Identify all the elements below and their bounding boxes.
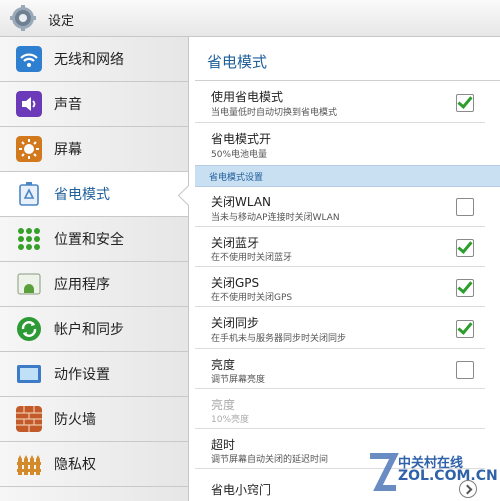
settings-gear-icon (10, 5, 36, 31)
row-subtitle: 在不使用时关闭GPS (211, 293, 293, 303)
use-power-saving-row[interactable]: 使用省电模式 当电量低时自动切换到省电模式 (195, 81, 485, 123)
brick-wall-icon (16, 406, 42, 432)
sidebar-item-sound[interactable]: 声音 (0, 82, 188, 127)
row-subtitle: 当未与移动AP连接时关闭WLAN (211, 213, 340, 223)
disable-wlan-checkbox[interactable] (456, 198, 474, 216)
fence-icon (17, 455, 41, 475)
row-title: 省电小窍门 (211, 483, 272, 497)
row-subtitle: 在手机未与服务器同步时关闭同步 (211, 334, 347, 344)
disable-gps-checkbox[interactable] (456, 279, 474, 297)
section-header: 省电模式设置 (195, 165, 500, 187)
row-subtitle: 在不使用时关闭蓝牙 (211, 253, 293, 263)
section-header-label: 省电模式设置 (209, 173, 264, 183)
row-title: 省电模式开 (211, 132, 272, 146)
disable-wlan-row[interactable]: 关闭WLAN 当未与移动AP连接时关闭WLAN (195, 186, 485, 227)
row-title: 关闭蓝牙 (211, 236, 260, 250)
disable-sync-row[interactable]: 关闭同步 在手机未与服务器同步时关闭同步 (195, 307, 485, 349)
sidebar-item-accounts-sync[interactable]: 帐户和同步 (0, 307, 188, 352)
sidebar-item-applications[interactable]: 应用程序 (0, 262, 188, 307)
chevron-right-icon[interactable] (459, 480, 477, 498)
sidebar-item-power-saving[interactable]: 省电模式 (0, 172, 188, 217)
settings-sidebar: 无线和网络 声音 屏幕 省电模式 位置和安全 应用程序 帐户和同步 动作设置 防… (0, 37, 189, 501)
brightness-level-row: 亮度 10%亮度 (195, 389, 485, 429)
watermark-text-en: ZOL.COM.CN (398, 468, 498, 484)
sidebar-item-label: 帐户和同步 (54, 322, 124, 338)
wifi-icon (16, 46, 42, 72)
sidebar-item-location-security[interactable]: 位置和安全 (0, 217, 188, 262)
brightness-row[interactable]: 亮度 调节屏幕亮度 (195, 349, 485, 389)
row-title: 超时 (211, 438, 236, 452)
row-title: 亮度 (211, 398, 236, 412)
disable-bluetooth-checkbox[interactable] (456, 239, 474, 257)
grid-dots-icon (18, 228, 40, 250)
sidebar-item-label: 位置和安全 (54, 232, 124, 248)
title-bar: 设定 (0, 0, 500, 37)
row-subtitle: 10%亮度 (211, 415, 250, 425)
sidebar-item-label: 隐私权 (54, 457, 96, 473)
speaker-icon (16, 91, 42, 117)
row-subtitle: 50%电池电量 (211, 150, 268, 160)
sidebar-item-label: 屏幕 (54, 142, 82, 158)
row-title: 关闭WLAN (211, 195, 272, 209)
use-power-saving-checkbox[interactable] (456, 94, 474, 112)
sidebar-item-label: 省电模式 (54, 187, 110, 203)
row-title: 关闭GPS (211, 276, 260, 290)
row-title: 亮度 (211, 358, 236, 372)
sidebar-item-firewall[interactable]: 防火墙 (0, 397, 188, 442)
row-subtitle: 调节屏幕亮度 (211, 375, 266, 385)
sidebar-item-label: 防火墙 (54, 412, 96, 428)
disable-gps-row[interactable]: 关闭GPS 在不使用时关闭GPS (195, 267, 485, 307)
page-title: 省电模式 (207, 53, 268, 71)
power-saving-panel: 省电模式 使用省电模式 当电量低时自动切换到省电模式 省电模式开 50%电池电量… (195, 37, 500, 501)
disable-bluetooth-row[interactable]: 关闭蓝牙 在不使用时关闭蓝牙 (195, 227, 485, 267)
row-subtitle: 调节屏幕自动关闭的延迟时间 (211, 455, 329, 465)
sidebar-item-label: 应用程序 (54, 277, 110, 293)
tablet-icon (17, 365, 41, 383)
sidebar-item-privacy[interactable]: 隐私权 (0, 442, 188, 487)
android-apps-icon (17, 273, 41, 295)
sidebar-item-wireless[interactable]: 无线和网络 (0, 37, 188, 82)
brightness-icon (16, 136, 42, 162)
disable-sync-checkbox[interactable] (456, 320, 474, 338)
sidebar-item-label: 无线和网络 (54, 52, 124, 68)
row-title: 关闭同步 (211, 316, 260, 330)
sidebar-item-motion-settings[interactable]: 动作设置 (0, 352, 188, 397)
sidebar-item-display[interactable]: 屏幕 (0, 127, 188, 172)
power-saving-on-row[interactable]: 省电模式开 50%电池电量 (195, 123, 485, 165)
sync-icon (17, 317, 41, 341)
sidebar-item-label: 动作设置 (54, 367, 110, 383)
brightness-checkbox[interactable] (456, 361, 474, 379)
row-subtitle: 当电量低时自动切换到省电模式 (211, 108, 338, 118)
app-title: 设定 (48, 14, 75, 29)
battery-recycle-icon (19, 182, 39, 206)
row-title: 使用省电模式 (211, 90, 284, 104)
sidebar-item-label: 声音 (54, 97, 82, 113)
